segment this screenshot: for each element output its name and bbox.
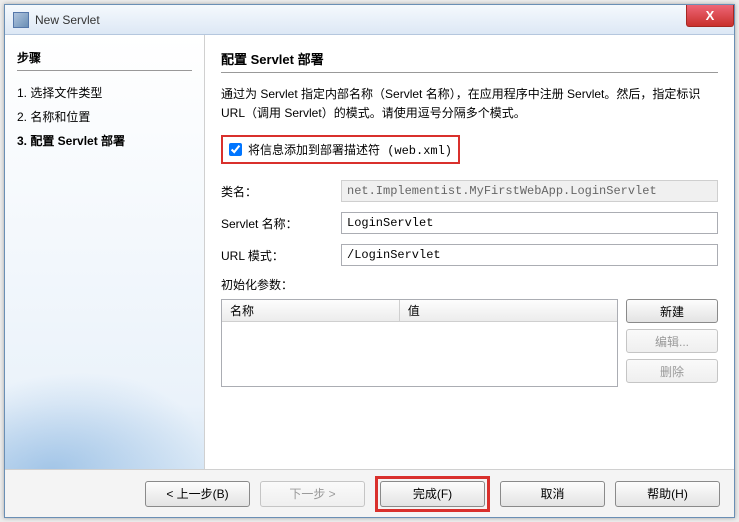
steps-heading: 步骤 <box>17 49 192 66</box>
main-panel: 配置 Servlet 部署 通过为 Servlet 指定内部名称（Servlet… <box>205 35 734 469</box>
classname-label: 类名： <box>221 183 341 200</box>
back-button[interactable]: < 上一步(B) <box>145 481 250 507</box>
titlebar: New Servlet X <box>5 5 734 35</box>
close-button[interactable]: X <box>686 5 734 27</box>
dialog-window: New Servlet X 步骤 1. 选择文件类型 2. 名称和位置 3. 配… <box>4 4 735 518</box>
finish-button[interactable]: 完成(F) <box>380 481 485 507</box>
add-to-descriptor-label: 将信息添加到部署描述符 (web.xml) <box>248 141 452 158</box>
window-title: New Servlet <box>35 13 100 27</box>
app-icon <box>13 12 29 28</box>
close-icon: X <box>706 8 715 23</box>
add-to-descriptor-checkbox[interactable] <box>229 143 242 156</box>
finish-highlight: 完成(F) <box>375 476 490 512</box>
init-params-table[interactable]: 名称 值 <box>221 299 618 387</box>
params-side-buttons: 新建 编辑... 删除 <box>626 299 718 387</box>
urlpattern-label: URL 模式： <box>221 247 341 264</box>
delete-param-button: 删除 <box>626 359 718 383</box>
servletname-input[interactable] <box>341 212 718 234</box>
step-3: 3. 配置 Servlet 部署 <box>17 129 192 153</box>
dialog-body: 步骤 1. 选择文件类型 2. 名称和位置 3. 配置 Servlet 部署 配… <box>5 35 734 469</box>
table-header: 名称 值 <box>222 300 617 322</box>
help-button[interactable]: 帮助(H) <box>615 481 720 507</box>
classname-field <box>341 180 718 202</box>
page-title: 配置 Servlet 部署 <box>221 49 718 68</box>
divider <box>17 70 192 71</box>
steps-sidebar: 步骤 1. 选择文件类型 2. 名称和位置 3. 配置 Servlet 部署 <box>5 35 205 469</box>
step-2: 2. 名称和位置 <box>17 105 192 129</box>
urlpattern-input[interactable] <box>341 244 718 266</box>
edit-param-button: 编辑... <box>626 329 718 353</box>
next-button: 下一步 > <box>260 481 365 507</box>
servletname-label: Servlet 名称： <box>221 215 341 232</box>
step-1: 1. 选择文件类型 <box>17 81 192 105</box>
dialog-footer: < 上一步(B) 下一步 > 完成(F) 取消 帮助(H) <box>5 469 734 517</box>
description-text: 通过为 Servlet 指定内部名称（Servlet 名称），在应用程序中注册 … <box>221 85 718 123</box>
col-value-header: 值 <box>400 300 617 321</box>
divider <box>221 72 718 73</box>
new-param-button[interactable]: 新建 <box>626 299 718 323</box>
col-name-header: 名称 <box>222 300 400 321</box>
init-params-label: 初始化参数： <box>221 276 718 293</box>
init-params-area: 名称 值 新建 编辑... 删除 <box>221 299 718 387</box>
add-to-descriptor-row: 将信息添加到部署描述符 (web.xml) <box>221 135 460 164</box>
cancel-button[interactable]: 取消 <box>500 481 605 507</box>
